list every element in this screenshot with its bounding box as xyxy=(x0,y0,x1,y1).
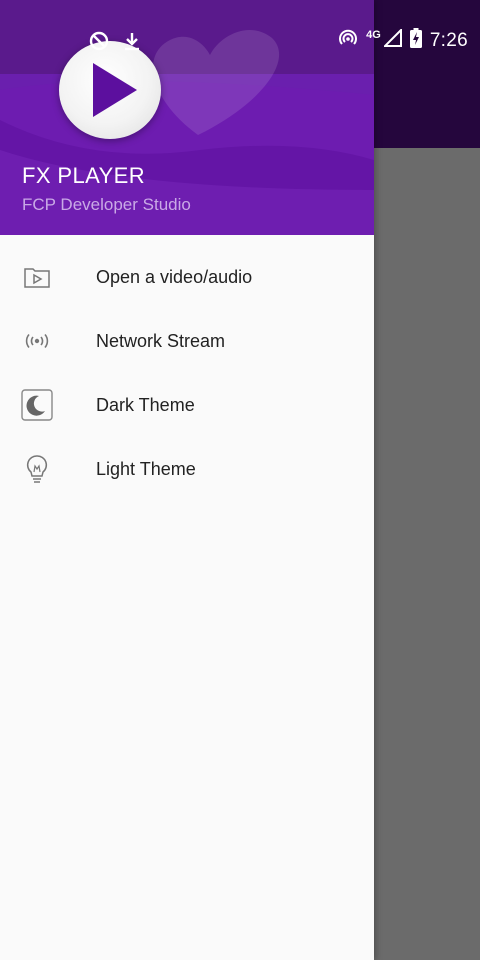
moon-icon xyxy=(21,389,53,421)
menu-item-label: Network Stream xyxy=(96,330,226,351)
folder-play-icon xyxy=(21,261,53,293)
menu-item-label: Light Theme xyxy=(96,458,196,479)
menu-item-light-theme[interactable]: Light Theme xyxy=(0,437,374,501)
network-type: 4G xyxy=(366,28,381,41)
status-time: 7:26 xyxy=(429,29,468,51)
menu-item-label: Open a video/audio xyxy=(96,266,253,287)
battery-charging-icon xyxy=(409,28,422,53)
network-stream-icon xyxy=(21,325,53,357)
hotspot-icon xyxy=(89,31,109,56)
status-bar: 4G 7:26 xyxy=(0,0,480,72)
app-title: FX PLAYER xyxy=(22,163,146,188)
signal-icon xyxy=(382,27,402,52)
cast-icon xyxy=(338,28,358,53)
menu-item-dark-theme[interactable]: Dark Theme xyxy=(0,373,374,437)
download-icon xyxy=(123,31,141,56)
app-subtitle: FCP Developer Studio xyxy=(22,195,191,214)
menu-item-network-stream[interactable]: Network Stream xyxy=(0,309,374,373)
drawer-menu: Open a video/audio Network Stream Dark T… xyxy=(0,245,374,501)
lightbulb-icon xyxy=(21,453,53,485)
navigation-drawer: FX PLAYER FCP Developer Studio Open a vi… xyxy=(0,0,374,960)
menu-item-label: Dark Theme xyxy=(96,394,195,415)
menu-item-open-media[interactable]: Open a video/audio xyxy=(0,245,374,309)
screen: 4G 7:26 FX PLAYER FCP Developer Studio O… xyxy=(0,0,480,960)
